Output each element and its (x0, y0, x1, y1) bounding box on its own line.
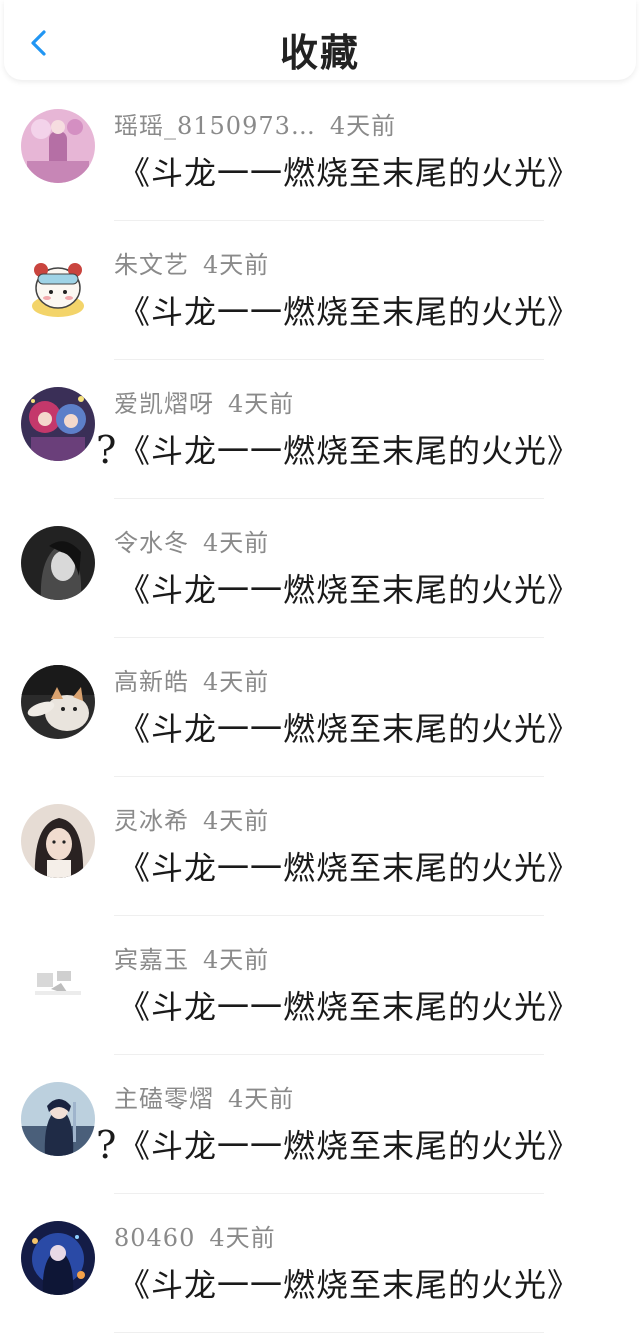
username[interactable]: 高新皓 (114, 668, 189, 696)
timestamp: 4天前 (329, 112, 397, 140)
avatar[interactable] (21, 526, 95, 600)
item-text: 《斗龙一一燃烧至末尾的火光》 (118, 154, 581, 192)
avatar[interactable] (21, 387, 95, 461)
list-item[interactable]: 主磕零熠 4天前 ? 《斗龙一一燃烧至末尾的火光》 (0, 1055, 640, 1194)
timestamp: 4天前 (203, 251, 270, 279)
list-item[interactable]: 爱凯熠呀 4天前 ? 《斗龙一一燃烧至末尾的火光》 (0, 360, 640, 499)
list-item[interactable]: 宾嘉玉 4天前 《斗龙一一燃烧至末尾的火光》 (0, 916, 640, 1055)
avatar[interactable] (21, 1082, 95, 1156)
timestamp: 4天前 (203, 529, 270, 557)
item-text: 《斗龙一一燃烧至末尾的火光》 (118, 710, 581, 748)
avatar[interactable] (21, 248, 95, 322)
item-text: 《斗龙一一燃烧至末尾的火光》 (118, 1266, 581, 1304)
item-text: 《斗龙一一燃烧至末尾的火光》 (118, 432, 581, 470)
item-text: 《斗龙一一燃烧至末尾的火光》 (118, 988, 581, 1026)
timestamp: 4天前 (203, 668, 270, 696)
avatar[interactable] (21, 109, 95, 183)
item-text: 《斗龙一一燃烧至末尾的火光》 (118, 293, 581, 331)
username[interactable]: 灵冰希 (114, 807, 189, 835)
username[interactable]: 朱文艺 (114, 251, 189, 279)
prefix-mark: ? (96, 1123, 117, 1167)
item-text: 《斗龙一一燃烧至末尾的火光》 (118, 849, 581, 887)
username[interactable]: 主磕零熠 (114, 1085, 214, 1113)
list-item[interactable]: 令水冬 4天前 《斗龙一一燃烧至末尾的火光》 (0, 499, 640, 638)
avatar[interactable] (21, 665, 95, 739)
list-item[interactable]: 80460 4天前 《斗龙一一燃烧至末尾的火光》 (0, 1194, 640, 1333)
prefix-mark: ? (96, 428, 117, 472)
username[interactable]: 瑶瑶_8150973… (114, 112, 316, 140)
top-bar: 收藏 (4, 0, 636, 80)
username[interactable]: 宾嘉玉 (114, 946, 189, 974)
timestamp: 4天前 (228, 390, 295, 418)
list-item[interactable]: 灵冰希 4天前 《斗龙一一燃烧至末尾的火光》 (0, 777, 640, 916)
item-text: 《斗龙一一燃烧至末尾的火光》 (118, 571, 581, 609)
list-item[interactable]: 朱文艺 4天前 《斗龙一一燃烧至末尾的火光》 (0, 221, 640, 360)
avatar[interactable] (21, 804, 95, 878)
avatar[interactable] (21, 1221, 95, 1295)
list-item[interactable]: 瑶瑶_8150973… 4天前 《斗龙一一燃烧至末尾的火光》 (0, 82, 640, 221)
list-item[interactable]: 高新皓 4天前 《斗龙一一燃烧至末尾的火光》 (0, 638, 640, 777)
timestamp: 4天前 (228, 1085, 295, 1113)
avatar[interactable] (21, 943, 95, 1017)
page-title: 收藏 (279, 30, 360, 75)
username[interactable]: 80460 (114, 1224, 195, 1252)
username[interactable]: 令水冬 (114, 529, 189, 557)
username[interactable]: 爱凯熠呀 (114, 390, 214, 418)
favorites-list: 瑶瑶_8150973… 4天前 《斗龙一一燃烧至末尾的火光》 朱文艺 4天前 《… (0, 82, 640, 1333)
timestamp: 4天前 (203, 946, 270, 974)
divider (114, 1332, 544, 1333)
timestamp: 4天前 (209, 1224, 276, 1252)
timestamp: 4天前 (203, 807, 270, 835)
item-text: 《斗龙一一燃烧至末尾的火光》 (118, 1127, 581, 1165)
